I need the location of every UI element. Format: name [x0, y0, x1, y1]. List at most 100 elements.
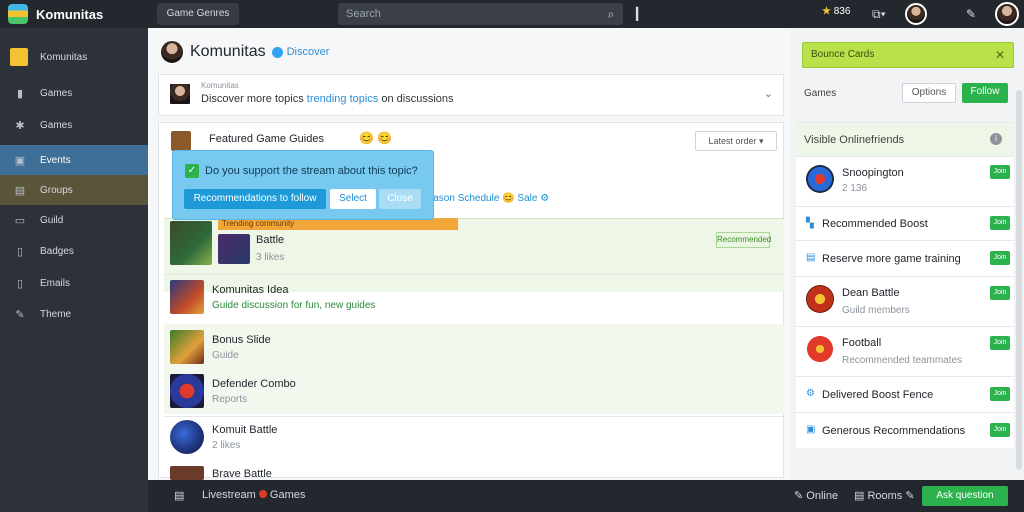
discover-link[interactable]: Discover	[287, 46, 330, 58]
list-item[interactable]: Dean Battle Guild members Join	[796, 276, 1014, 326]
tools-icon[interactable]: ✎	[966, 4, 976, 24]
composer-hint: Komunitas	[201, 81, 239, 90]
item-name: Reserve more game training	[822, 253, 961, 265]
panel-title: Visible Onlinefriends	[804, 134, 905, 146]
bookmark-icon: ▚	[806, 218, 814, 229]
feed-item-title[interactable]: Brave Battle	[212, 468, 272, 480]
follow-button[interactable]: Follow	[962, 83, 1008, 103]
post-author[interactable]: Featured Game Guides	[209, 133, 324, 145]
stars-value: 836	[833, 6, 851, 17]
page-title: Komunitas	[190, 43, 266, 60]
rooms-status[interactable]: ▤ Rooms ✎	[854, 489, 915, 502]
main-panel: Komunitas Discover Komunitas Discover mo…	[148, 28, 790, 480]
window-icon[interactable]: ⧉▾	[872, 4, 886, 24]
join-button[interactable]: Join	[990, 286, 1010, 300]
sidebar-item-games[interactable]: ▮ Games	[0, 78, 148, 108]
panel-header: Visible Onlinefriends i	[796, 122, 1014, 156]
feed-thumbnail[interactable]	[170, 374, 204, 408]
star-icon: ★	[822, 6, 834, 17]
list-item[interactable]: ▤ Reserve more game training Join	[796, 240, 1014, 276]
sidebar-item-games-2[interactable]: ✱ Games	[0, 110, 148, 140]
filter-icon[interactable]: ▎	[636, 4, 645, 24]
item-avatar	[806, 285, 834, 313]
list-item[interactable]: ⚙ Delivered Boost Fence Join	[796, 376, 1014, 412]
bottom-bar: ▤ Livestream Games ✎ Online ▤ Rooms ✎ As…	[148, 480, 1024, 512]
join-button[interactable]: Join	[990, 216, 1010, 230]
sidebar-item-events[interactable]: ▣ Events	[0, 145, 148, 175]
group-icon: ▤	[14, 184, 26, 197]
feed-item-title[interactable]: Battle	[256, 234, 284, 246]
list-item[interactable]: ▣ Generous Recommendations Join	[796, 412, 1014, 448]
live-status[interactable]: Livestream Games	[202, 489, 305, 501]
post-tail: Season Schedule 😊 Sale ⚙	[421, 193, 550, 204]
sidebar-item-label: Games	[40, 119, 73, 131]
community-avatar[interactable]	[160, 40, 184, 64]
post-composer[interactable]: Komunitas Discover more topics trending …	[158, 74, 784, 116]
join-button[interactable]: Join	[990, 387, 1010, 401]
feed-item-title[interactable]: Bonus Slide	[212, 334, 271, 346]
feed-item-sub: 3 likes	[256, 252, 285, 263]
user-avatar[interactable]	[995, 2, 1019, 26]
join-button[interactable]: Join	[990, 336, 1010, 350]
divider	[164, 416, 784, 417]
composer-link[interactable]: trending topics	[307, 93, 379, 105]
promo-banner[interactable]: Bounce Cards ✕	[802, 42, 1014, 68]
gamepad-icon: ▮	[16, 87, 24, 100]
feed-thumbnail[interactable]	[218, 234, 250, 264]
sidebar-item-label: Games	[40, 87, 73, 99]
recommended-badge[interactable]: Recommended	[716, 232, 771, 248]
list-item[interactable]: Football Recommended teammates Join	[796, 326, 1014, 376]
join-button[interactable]: Join	[990, 423, 1010, 437]
post-thumbnail[interactable]	[171, 131, 191, 151]
sidebar-item-theme[interactable]: ✎ Theme	[0, 299, 148, 329]
sidebar-item-badges[interactable]: ▯ Badges	[0, 236, 148, 266]
ask-question-button[interactable]: Ask question	[922, 486, 1008, 506]
list-item[interactable]: Snoopington 2 136 Join	[796, 156, 1014, 206]
feed-thumbnail[interactable]	[170, 221, 212, 265]
close-button[interactable]: Close	[379, 189, 421, 209]
feed-thumbnail[interactable]	[170, 330, 204, 364]
sidebar-item-groups[interactable]: ▤ Groups	[0, 175, 148, 205]
list-item[interactable]: ▚ Recommended Boost Join	[796, 206, 1014, 240]
select-button[interactable]: Select	[330, 189, 376, 209]
sidebar-item-label: Badges	[40, 245, 74, 257]
recommendations-button[interactable]: Recommendations to follow	[184, 189, 326, 209]
stars-counter[interactable]: ★ 836	[822, 6, 850, 17]
search-input[interactable]	[338, 3, 623, 25]
item-avatar	[806, 165, 834, 193]
genre-menu-button[interactable]: Game Genres	[157, 3, 239, 25]
app-logo-icon[interactable]	[8, 4, 28, 24]
feed-item-title[interactable]: Komuit Battle	[212, 424, 277, 436]
join-button[interactable]: Join	[990, 251, 1010, 265]
confirm-popup: ✓ Do you support the stream about this t…	[172, 150, 434, 220]
feed-thumbnail[interactable]	[170, 420, 204, 454]
sort-select[interactable]: Latest order ▾	[695, 131, 777, 151]
check-icon[interactable]: ✓	[185, 164, 199, 178]
join-button[interactable]: Join	[990, 165, 1010, 179]
chevron-down-icon[interactable]: ⌄	[764, 87, 773, 100]
item-name: Snoopington	[842, 167, 904, 179]
search-icon[interactable]: ⌕	[600, 3, 622, 25]
feed-item-sub: Reports	[212, 394, 248, 405]
sidebar-brand[interactable]: Komunitas	[0, 42, 148, 72]
gear-icon: ⚙	[806, 388, 815, 399]
list-icon: ▤	[806, 252, 816, 263]
info-icon[interactable]: i	[990, 133, 1002, 145]
scrollbar[interactable]	[1016, 90, 1022, 470]
feed-item-sub: Guide discussion for fun, new guides	[212, 300, 376, 311]
feed-thumbnail[interactable]	[170, 280, 204, 314]
close-icon[interactable]: ✕	[995, 43, 1005, 67]
sidebar-item-emails[interactable]: ▯ Emails	[0, 268, 148, 298]
options-button[interactable]: Options	[902, 83, 956, 103]
online-status[interactable]: ✎ Online	[794, 489, 838, 502]
chat-icon[interactable]: ▤	[174, 489, 184, 502]
sidebar-item-label: Events	[40, 154, 71, 166]
feed-item-title[interactable]: Komunitas Idea	[212, 284, 288, 296]
sidebar-item-guild[interactable]: ▭ Guild	[0, 205, 148, 235]
app-brand[interactable]: Komunitas	[36, 7, 103, 22]
feed-item-title[interactable]: Defender Combo	[212, 378, 296, 390]
feed-thumbnail[interactable]	[170, 466, 204, 480]
emoji-icon: 😊 😊	[359, 131, 393, 145]
avatar[interactable]	[905, 3, 927, 25]
divider	[164, 274, 784, 275]
